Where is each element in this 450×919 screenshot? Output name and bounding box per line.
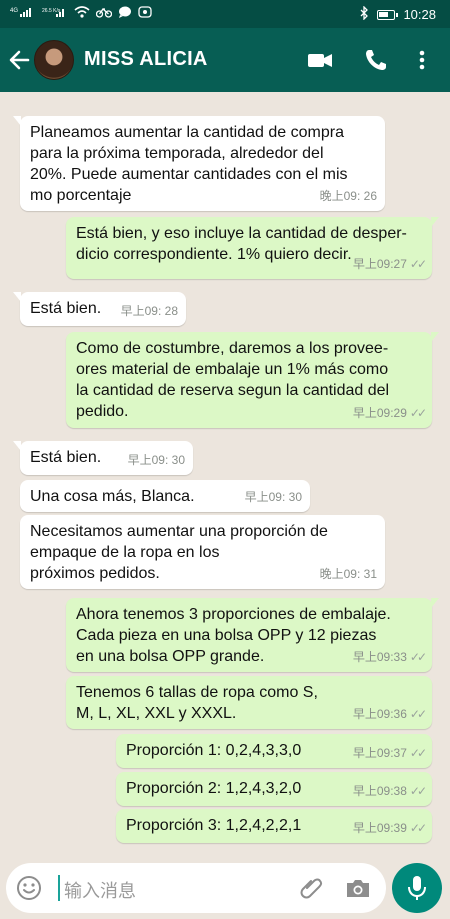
time-label: 晚上09: 31 (319, 567, 377, 581)
time-label: 早上09:39 (352, 821, 407, 835)
read-ticks-icon: ✓✓ (409, 707, 427, 721)
network-speed-icon: 26.5 K/s (42, 6, 68, 20)
time-label: 晚上09: 26 (319, 189, 377, 203)
time-label: 早上09:36 (352, 707, 407, 721)
message-time: 早上09:39 ✓✓ (352, 818, 427, 839)
status-bar: 4G 26.5 K/s 10:28 (0, 0, 450, 28)
message-time: 早上09: 30 (245, 487, 302, 508)
svg-text:26.5 K/s: 26.5 K/s (42, 8, 61, 14)
read-ticks-icon: ✓✓ (409, 784, 427, 798)
read-ticks-icon: ✓✓ (409, 257, 427, 271)
time-label: 早上09:29 (352, 406, 407, 420)
composer-bar: 输入消息 (0, 857, 450, 919)
status-right: 10:28 (359, 5, 436, 23)
game-icon (138, 6, 152, 20)
message-outgoing[interactable]: Está bien, y eso incluye la cantidad de … (66, 217, 439, 279)
contact-avatar[interactable] (34, 40, 74, 80)
message-incoming[interactable]: Necesitamos aumentar una proporción de e… (20, 515, 385, 589)
message-incoming[interactable]: Una cosa más, Blanca. 早上09: 30 (20, 480, 310, 512)
signal-icon: 4G (10, 6, 36, 20)
message-incoming[interactable]: Está bien. 早上09: 28 (13, 292, 186, 326)
message-outgoing[interactable]: Ahora tenemos 3 proporciones de embalaje… (66, 598, 439, 672)
status-left-icons: 4G 26.5 K/s (10, 6, 152, 20)
message-outgoing[interactable]: Proporción 1: 0,2,4,3,3,0 早上09:37 ✓✓ (116, 734, 432, 768)
message-outgoing[interactable]: Proporción 3: 1,2,4,2,2,1 早上09:39 ✓✓ (116, 809, 432, 843)
time-label: 早上09:33 (352, 650, 407, 664)
message-time: 早上09:33 ✓✓ (352, 647, 427, 668)
status-time: 10:28 (403, 7, 436, 22)
message-outgoing[interactable]: Proporción 2: 1,2,4,3,2,0 早上09:38 ✓✓ (116, 772, 432, 806)
message-time: 早上09:37 ✓✓ (352, 743, 427, 764)
read-ticks-icon: ✓✓ (409, 650, 427, 664)
camera-icon[interactable] (344, 875, 372, 901)
svg-text:4G: 4G (10, 8, 18, 14)
time-label: 早上09: 30 (244, 490, 302, 504)
message-time: 早上09:38 ✓✓ (352, 781, 427, 802)
message-time: 早上09: 30 (128, 450, 185, 471)
wifi-icon (74, 6, 90, 20)
contact-name[interactable]: MISS ALICIA (84, 48, 208, 71)
message-time: 晚上09: 31 (320, 564, 377, 585)
message-time: 早上09: 28 (121, 301, 178, 322)
time-label: 早上09:37 (352, 746, 407, 760)
read-ticks-icon: ✓✓ (409, 406, 427, 420)
message-outgoing[interactable]: Como de costumbre, daremos a los provee-… (66, 332, 439, 428)
message-incoming[interactable]: Está bien. 早上09: 30 (13, 441, 193, 475)
more-options-icon[interactable] (412, 46, 432, 74)
message-time: 早上09:27 ✓✓ (352, 254, 427, 275)
emoji-icon[interactable] (16, 875, 42, 901)
message-incoming[interactable]: Planeamos aumentar la cantidad de compra… (13, 116, 385, 211)
bluetooth-icon (359, 5, 369, 23)
battery-icon (377, 9, 399, 20)
read-ticks-icon: ✓✓ (409, 746, 427, 760)
microphone-icon (405, 874, 429, 907)
time-label: 早上09: 30 (127, 453, 185, 467)
time-label: 早上09:38 (352, 784, 407, 798)
video-call-icon[interactable] (306, 46, 334, 74)
message-outgoing[interactable]: Tenemos 6 tallas de ropa como S, M, L, X… (66, 676, 432, 729)
message-time: 早上09:29 ✓✓ (352, 403, 427, 424)
text-caret (58, 875, 60, 901)
message-placeholder[interactable]: 输入消息 (64, 877, 136, 903)
chat-header: MISS ALICIA (0, 28, 450, 92)
message-input[interactable]: 输入消息 (6, 863, 386, 913)
time-label: 早上09: 28 (120, 304, 178, 318)
battery-level (379, 11, 388, 17)
voice-record-button[interactable] (392, 863, 442, 913)
message-time: 晚上09: 26 (320, 186, 377, 207)
bike-icon (95, 6, 113, 20)
read-ticks-icon: ✓✓ (409, 821, 427, 835)
chat-bubble-icon (118, 6, 132, 20)
back-arrow-icon[interactable] (8, 46, 32, 74)
message-list[interactable]: Planeamos aumentar la cantidad de compra… (0, 92, 450, 857)
time-label: 早上09:27 (352, 257, 407, 271)
attachment-icon[interactable] (298, 875, 324, 901)
voice-call-icon[interactable] (362, 46, 390, 74)
message-time: 早上09:36 ✓✓ (352, 704, 427, 725)
